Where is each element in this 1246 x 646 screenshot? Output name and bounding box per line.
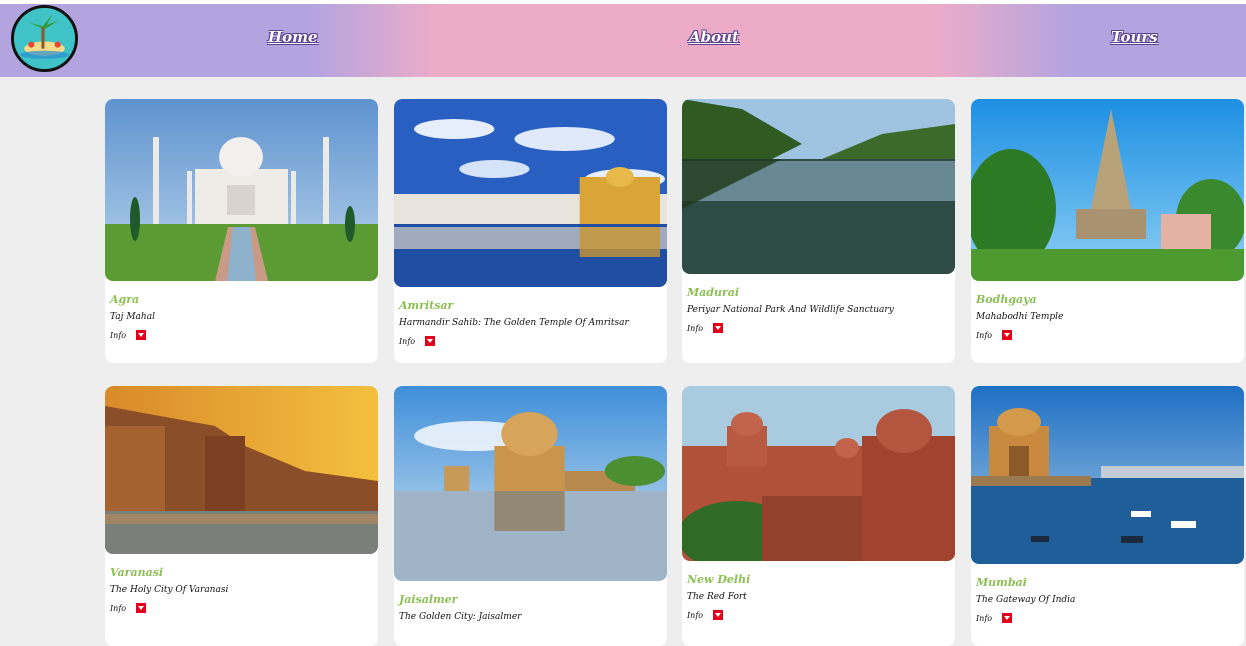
gateway-of-india-image <box>971 386 1244 564</box>
navbar: Home About Tours <box>0 4 1246 77</box>
destination-card-varanasi[interactable]: Varanasi The Holy City Of Varanasi Info <box>105 386 378 646</box>
island-logo-icon <box>14 8 75 69</box>
dropdown-icon[interactable] <box>713 610 724 620</box>
dropdown-icon[interactable] <box>425 336 436 346</box>
red-fort-image <box>682 386 955 561</box>
info-label: Info <box>687 323 704 333</box>
dropdown-icon[interactable] <box>1002 613 1013 623</box>
card-place: The Holy City Of Varanasi <box>110 585 229 595</box>
card-city: Mumbai <box>976 576 1027 589</box>
info-label: Info <box>110 330 127 340</box>
jaisalmer-lake-image <box>394 386 667 581</box>
destination-card-amritsar[interactable]: Amritsar Harmandir Sahib: The Golden Tem… <box>394 99 667 363</box>
dropdown-icon[interactable] <box>136 330 147 340</box>
card-place: The Gateway Of India <box>976 595 1076 605</box>
periyar-lake-image <box>682 99 955 274</box>
card-city: Bodhgaya <box>976 293 1037 306</box>
destination-card-madurai[interactable]: Madurai Periyar National Park And Wildli… <box>682 99 955 363</box>
info-label: Info <box>687 610 704 620</box>
card-city: Madurai <box>687 286 740 299</box>
card-place: Mahabodhi Temple <box>976 312 1064 322</box>
nav-tours[interactable]: Tours <box>1111 28 1158 46</box>
varanasi-ghats-image <box>105 386 378 554</box>
info-label: Info <box>976 613 993 623</box>
card-place: Taj Mahal <box>110 312 155 322</box>
card-place: The Red Fort <box>687 592 747 602</box>
dropdown-icon[interactable] <box>1002 330 1013 340</box>
destination-card-jaisalmer[interactable]: Jaisalmer The Golden City: Jaisalmer <box>394 386 667 646</box>
card-place: The Golden City: Jaisalmer <box>399 612 522 622</box>
logo[interactable] <box>11 5 78 72</box>
nav-home[interactable]: Home <box>268 28 318 46</box>
card-city: Amritsar <box>399 299 454 312</box>
card-city: New Delhi <box>687 573 751 586</box>
dropdown-icon[interactable] <box>713 323 724 333</box>
destination-card-bodhgaya[interactable]: Bodhgaya Mahabodhi Temple Info <box>971 99 1244 363</box>
info-label: Info <box>399 336 416 346</box>
card-place: Periyar National Park And Wildlife Sanct… <box>687 305 894 315</box>
dropdown-icon[interactable] <box>136 603 147 613</box>
destination-card-new-delhi[interactable]: New Delhi The Red Fort Info <box>682 386 955 646</box>
info-label: Info <box>976 330 993 340</box>
destination-card-agra[interactable]: Agra Taj Mahal Info <box>105 99 378 363</box>
destination-card-mumbai[interactable]: Mumbai The Gateway Of India Info <box>971 386 1244 646</box>
card-city: Varanasi <box>110 566 164 579</box>
nav-about[interactable]: About <box>689 28 739 46</box>
card-city: Agra <box>110 293 140 306</box>
mahabodhi-temple-image <box>971 99 1244 281</box>
taj-mahal-image <box>105 99 378 281</box>
info-label: Info <box>110 603 127 613</box>
card-city: Jaisalmer <box>399 593 458 606</box>
golden-temple-image <box>394 99 667 287</box>
card-place: Harmandir Sahib: The Golden Temple Of Am… <box>399 318 629 328</box>
